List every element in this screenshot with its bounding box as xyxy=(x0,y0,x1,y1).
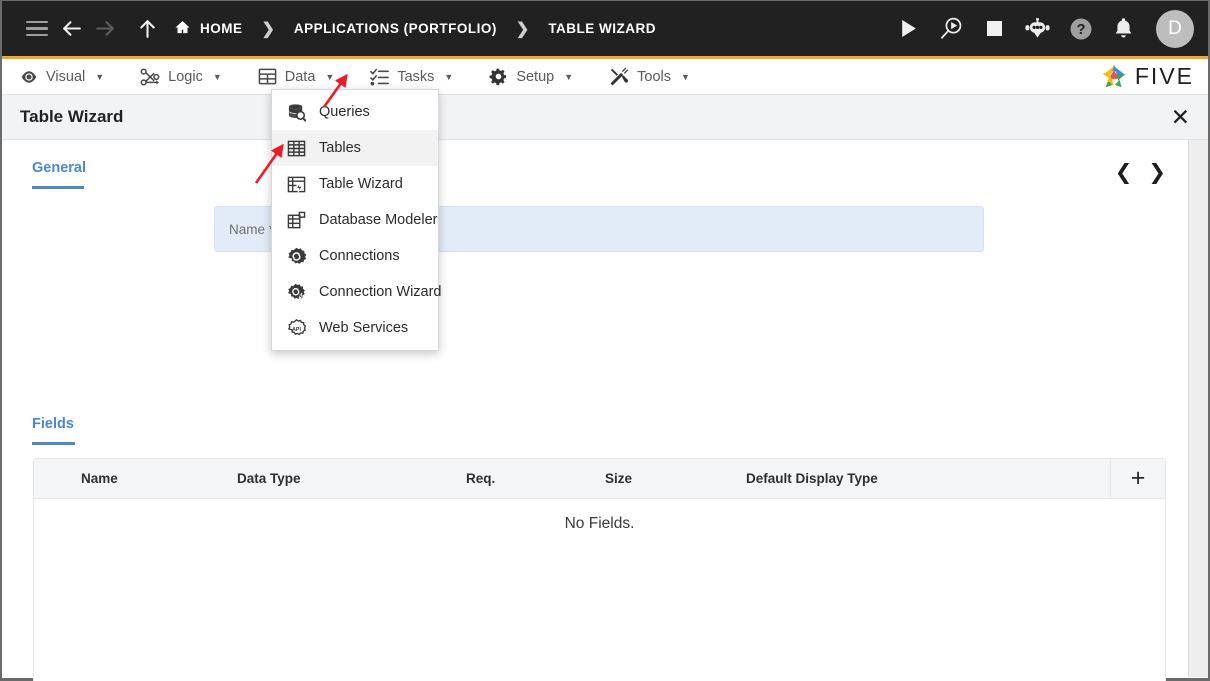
home-icon xyxy=(174,19,191,39)
prev-record-icon[interactable]: ❮ xyxy=(1115,162,1133,183)
close-icon[interactable]: ✕ xyxy=(1171,105,1190,129)
tab-general-underline xyxy=(32,186,84,189)
chat-bot-icon[interactable] xyxy=(1021,12,1054,45)
chevron-down-icon: ▼ xyxy=(564,71,574,82)
dropdown-item-web-services[interactable]: API Web Services xyxy=(272,310,438,346)
notifications-bell-icon[interactable] xyxy=(1107,12,1140,45)
five-wordmark: FIVE xyxy=(1134,63,1194,89)
svg-text:API: API xyxy=(292,326,301,332)
menu-data-label: Data xyxy=(284,68,316,85)
breadcrumb-label-applications: APPLICATIONS (PORTFOLIO) xyxy=(293,21,497,36)
breadcrumb-separator-1: ❯ xyxy=(261,20,275,38)
connection-icon xyxy=(286,246,306,266)
column-header-data-type[interactable]: Data Type xyxy=(237,471,301,486)
vertical-scrollbar[interactable] xyxy=(1188,140,1208,677)
menu-setup[interactable]: Setup ▼ xyxy=(489,67,573,86)
checklist-icon xyxy=(370,67,390,86)
dropdown-item-connections[interactable]: Connections xyxy=(272,238,438,274)
menu-tasks-label: Tasks xyxy=(397,68,435,85)
forward-arrow-icon[interactable] xyxy=(88,12,122,46)
menu-visual-label: Visual xyxy=(46,68,86,85)
api-icon: API xyxy=(286,318,306,338)
application-window: HOME ❯ APPLICATIONS (PORTFOLIO) ❯ TABLE … xyxy=(0,0,1210,681)
help-icon[interactable]: ? xyxy=(1064,12,1097,45)
general-tab-row: General ❮ ❯ xyxy=(2,140,1188,198)
column-header-size[interactable]: Size xyxy=(605,471,632,486)
table-grid-icon xyxy=(286,138,306,158)
fields-grid-header: Name Data Type Req. Size Default Display… xyxy=(34,459,1165,499)
dropdown-item-queries[interactable]: Queries xyxy=(272,94,438,130)
hamburger-menu-icon[interactable] xyxy=(20,12,54,46)
tools-icon xyxy=(609,67,629,86)
debug-search-icon[interactable] xyxy=(935,12,968,45)
gear-icon xyxy=(489,67,508,86)
chevron-down-icon: ▼ xyxy=(444,71,454,82)
breadcrumb: HOME ❯ APPLICATIONS (PORTFOLIO) ❯ TABLE … xyxy=(174,19,656,39)
dropdown-item-table-wizard[interactable]: Table Wizard xyxy=(272,166,438,202)
table-wizard-icon xyxy=(286,174,306,194)
chevron-down-icon: ▼ xyxy=(325,71,335,82)
menu-tools-label: Tools xyxy=(637,68,671,85)
dropdown-label-table-wizard: Table Wizard xyxy=(319,176,403,192)
menu-data[interactable]: Data ▼ xyxy=(258,67,335,86)
top-navigation-bar: HOME ❯ APPLICATIONS (PORTFOLIO) ❯ TABLE … xyxy=(2,1,1208,56)
data-dropdown-menu: Queries Tables Table Wizard Database Mod… xyxy=(271,89,442,351)
up-arrow-icon[interactable] xyxy=(130,12,164,46)
dropdown-label-connection-wizard: Connection Wizard xyxy=(319,284,442,300)
table-grid-icon xyxy=(258,67,277,86)
breadcrumb-item-home[interactable]: HOME xyxy=(174,19,243,39)
back-arrow-icon[interactable] xyxy=(54,12,88,46)
fields-grid: Name Data Type Req. Size Default Display… xyxy=(33,458,1166,681)
avatar[interactable]: D xyxy=(1156,9,1194,48)
breadcrumb-item-applications[interactable]: APPLICATIONS (PORTFOLIO) xyxy=(294,21,497,36)
fields-grid-empty-message: No Fields. xyxy=(564,515,635,532)
tab-fields[interactable]: Fields xyxy=(32,416,74,432)
column-header-default-display-type[interactable]: Default Display Type xyxy=(746,471,878,486)
database-search-icon xyxy=(286,102,306,122)
stop-icon[interactable] xyxy=(978,12,1011,45)
panel-content: General ❮ ❯ Name * Fields Name Data Type… xyxy=(2,140,1188,681)
page-title: Table Wizard xyxy=(20,107,124,126)
eye-icon xyxy=(20,68,38,86)
column-header-name[interactable]: Name xyxy=(81,471,118,486)
menu-logic-label: Logic xyxy=(168,68,203,85)
tab-general[interactable]: General xyxy=(32,160,86,176)
database-modeler-icon xyxy=(286,210,306,230)
run-icon[interactable] xyxy=(892,12,925,45)
column-header-req[interactable]: Req. xyxy=(466,471,495,486)
five-logo: FIVE xyxy=(1100,63,1194,91)
svg-text:?: ? xyxy=(1076,22,1085,38)
menu-visual[interactable]: Visual ▼ xyxy=(20,68,104,86)
dropdown-label-connections: Connections xyxy=(319,248,400,264)
breadcrumb-item-table-wizard[interactable]: TABLE WIZARD xyxy=(548,21,656,36)
tab-fields-underline xyxy=(32,442,75,445)
dropdown-label-database-modeler: Database Modeler xyxy=(319,212,438,228)
panel-header: Table Wizard ✕ xyxy=(2,95,1208,140)
record-navigation: ❮ ❯ xyxy=(1115,162,1166,183)
top-bar-actions: ? D xyxy=(892,9,1194,48)
dropdown-item-tables[interactable]: Tables xyxy=(272,130,438,166)
main-menu-bar: Visual ▼ Logic ▼ Data ▼ Tasks ▼ Setup ▼ … xyxy=(2,56,1208,95)
connection-wizard-icon xyxy=(286,282,306,302)
dropdown-item-connection-wizard[interactable]: Connection Wizard xyxy=(272,274,442,310)
dropdown-label-tables: Tables xyxy=(319,140,361,156)
next-record-icon[interactable]: ❯ xyxy=(1148,162,1166,183)
breadcrumb-separator-2: ❯ xyxy=(515,20,530,38)
menu-logic[interactable]: Logic ▼ xyxy=(140,67,222,86)
menu-tasks[interactable]: Tasks ▼ xyxy=(370,67,453,86)
name-input-label: Name * xyxy=(229,221,275,237)
five-star-mark-icon xyxy=(1102,64,1126,87)
menu-tools[interactable]: Tools ▼ xyxy=(609,67,690,86)
menu-setup-label: Setup xyxy=(516,68,555,85)
dropdown-label-queries: Queries xyxy=(319,104,370,120)
chevron-down-icon: ▼ xyxy=(681,71,690,82)
breadcrumb-label-home: HOME xyxy=(200,21,243,36)
dropdown-label-web-services: Web Services xyxy=(319,320,409,336)
flow-nodes-icon xyxy=(140,67,160,86)
add-field-button[interactable]: + xyxy=(1110,459,1165,498)
breadcrumb-label-table-wizard: TABLE WIZARD xyxy=(548,21,657,36)
chevron-down-icon: ▼ xyxy=(212,71,222,82)
chevron-down-icon: ▼ xyxy=(95,71,105,82)
dropdown-item-database-modeler[interactable]: Database Modeler xyxy=(272,202,438,238)
